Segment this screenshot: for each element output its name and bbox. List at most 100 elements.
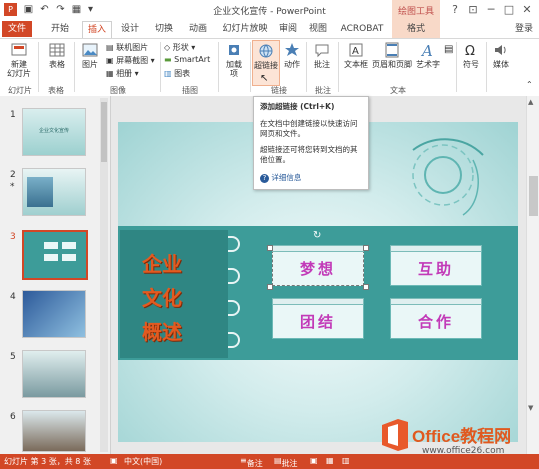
- textbox-icon: A: [349, 43, 363, 57]
- tab-slideshow[interactable]: 幻灯片放映: [220, 21, 270, 37]
- album-button[interactable]: ▦ 相册 ▾: [106, 68, 139, 79]
- textbox-button[interactable]: A 文本框: [342, 42, 370, 69]
- svg-text:Ω: Ω: [465, 44, 475, 58]
- thumbnail-card: [44, 242, 58, 249]
- help-button[interactable]: ?: [448, 3, 462, 16]
- chart-button[interactable]: ▥ 图表: [164, 68, 190, 79]
- reading-view-icon[interactable]: ▥: [342, 456, 350, 465]
- ribbon-separator: [338, 42, 339, 92]
- collapse-ribbon-icon[interactable]: ⌃: [526, 80, 533, 89]
- rotate-handle-icon[interactable]: ↻: [313, 230, 321, 241]
- media-label: 媒体: [493, 60, 509, 69]
- close-button[interactable]: ✕: [520, 3, 534, 16]
- addins-icon: [229, 45, 239, 55]
- ribbon-separator: [456, 42, 457, 92]
- ribbon-separator: [74, 42, 75, 92]
- tab-review[interactable]: 审阅: [276, 21, 300, 37]
- thumbnail-scroll-thumb[interactable]: [101, 102, 107, 162]
- thumbnail-card: [44, 254, 58, 261]
- svg-text:A: A: [352, 46, 359, 57]
- tab-animations[interactable]: 动画: [184, 21, 212, 37]
- slide-thumbnail-5[interactable]: [22, 350, 86, 398]
- shapes-button[interactable]: ◇ 形状 ▾: [164, 42, 195, 53]
- more-text-options-icon[interactable]: ▤: [444, 44, 453, 55]
- comment-icon: [315, 44, 329, 58]
- thumbnail-number: 4: [10, 292, 16, 302]
- selection-handle[interactable]: [267, 284, 273, 290]
- slide-left-title-panel[interactable]: 企业 文化 概述: [120, 230, 228, 358]
- ribbon-separator: [250, 42, 251, 92]
- slide-thumbnail-1[interactable]: 企业文化宣传: [22, 108, 86, 156]
- album-label: 相册: [116, 69, 133, 78]
- slide-thumbnail-2[interactable]: [22, 168, 86, 216]
- scroll-up-icon[interactable]: ▲: [528, 98, 533, 106]
- thumbnail-scrollbar[interactable]: [100, 98, 108, 452]
- office-logo-icon: [382, 419, 408, 451]
- symbol-label: 符号: [463, 60, 479, 69]
- new-slide-label: 新建 幻灯片: [7, 60, 31, 78]
- action-button[interactable]: 动作: [281, 42, 303, 69]
- symbol-button[interactable]: Ω 符号: [460, 42, 482, 69]
- header-footer-icon: [385, 42, 399, 58]
- tab-acrobat[interactable]: ACROBAT: [340, 21, 384, 37]
- selection-handle[interactable]: [267, 245, 273, 251]
- signin-link[interactable]: 登录: [512, 21, 536, 37]
- smartart-label: SmartArt: [174, 55, 211, 64]
- ribbon-display-icon[interactable]: ⊡: [466, 3, 480, 16]
- ribbon-separator: [486, 42, 487, 92]
- tab-transitions[interactable]: 切换: [150, 21, 178, 37]
- addins-button[interactable]: 加载 项: [222, 42, 246, 78]
- notes-button[interactable]: ≡ 备注: [240, 456, 263, 468]
- chart-icon: ▥: [164, 69, 175, 78]
- spellcheck-icon[interactable]: ▣: [110, 456, 118, 465]
- card-dream-text: 梦想: [299, 260, 336, 278]
- tab-format[interactable]: 格式: [402, 21, 430, 37]
- normal-view-icon[interactable]: ▣: [310, 456, 318, 465]
- ribbon-separator: [160, 42, 161, 92]
- table-button[interactable]: 表格: [44, 42, 70, 69]
- comment-button[interactable]: 批注: [310, 42, 334, 69]
- card-top-bar: [390, 298, 482, 305]
- tab-design[interactable]: 设计: [116, 21, 144, 37]
- language-status[interactable]: 中文(中国): [124, 456, 162, 467]
- comments-button[interactable]: ▤ 批注: [274, 456, 298, 468]
- card-mutual-help[interactable]: 互助: [390, 245, 482, 286]
- comment-label: 批注: [314, 60, 330, 69]
- slide-sorter-icon[interactable]: ▦: [326, 456, 334, 465]
- selection-handle[interactable]: [363, 245, 369, 251]
- media-button[interactable]: 媒体: [490, 42, 512, 69]
- scroll-thumb[interactable]: [529, 176, 538, 216]
- tab-insert[interactable]: 插入: [82, 21, 112, 38]
- more-info-label: 详细信息: [271, 173, 302, 182]
- selection-handle[interactable]: [363, 284, 369, 290]
- tab-file[interactable]: 文件: [2, 21, 32, 37]
- tab-home[interactable]: 开始: [46, 21, 74, 37]
- picture-icon: [82, 43, 98, 57]
- slide-scrollbar[interactable]: ▲ ▼: [526, 96, 539, 454]
- picture-button[interactable]: 图片: [78, 42, 102, 69]
- scroll-down-icon[interactable]: ▼: [528, 404, 533, 412]
- card-unity[interactable]: 团结: [272, 298, 364, 339]
- wordart-button[interactable]: A 艺术字: [414, 42, 442, 69]
- tab-view[interactable]: 视图: [306, 21, 330, 37]
- slide-thumbnail-6[interactable]: [22, 410, 86, 452]
- slide-thumbnail-4[interactable]: [22, 290, 86, 338]
- header-footer-button[interactable]: 页眉和页脚: [372, 42, 412, 69]
- help-circle-icon: ?: [260, 174, 269, 183]
- thumbnail-photo: [27, 177, 53, 207]
- restore-button[interactable]: □: [502, 3, 516, 16]
- online-picture-button[interactable]: ▤ 联机图片: [106, 42, 148, 53]
- notes-label: 备注: [246, 459, 263, 468]
- group-text-label: 文本: [390, 86, 406, 95]
- minimize-button[interactable]: ─: [484, 3, 498, 16]
- wordart-label: 艺术字: [416, 60, 440, 69]
- thumbnail-animation-marker: *: [10, 182, 15, 192]
- tooltip-more-info-link[interactable]: ? 详细信息: [260, 173, 364, 183]
- new-slide-button[interactable]: 新建 幻灯片: [4, 42, 34, 78]
- slide-thumbnail-3-selected[interactable]: [22, 230, 88, 280]
- smartart-button[interactable]: ▬ SmartArt: [164, 55, 210, 64]
- screenshot-icon: ▣: [106, 56, 117, 65]
- screenshot-button[interactable]: ▣ 屏幕截图 ▾: [106, 55, 155, 66]
- card-cooperation[interactable]: 合作: [390, 298, 482, 339]
- card-dream-selected[interactable]: 梦想: [272, 245, 364, 286]
